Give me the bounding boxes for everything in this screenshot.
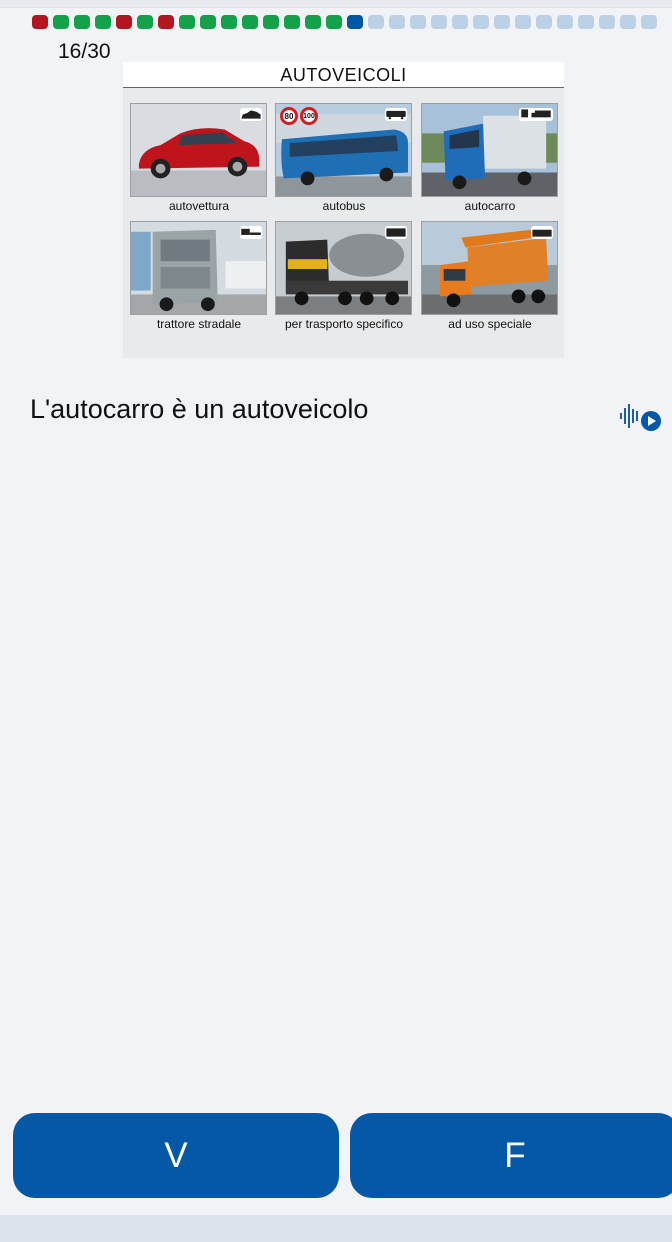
progress-dot-10 [221,15,237,29]
progress-dot-30 [641,15,657,29]
speed-limit-100-icon: 100 [300,107,318,125]
progress-dot-29 [620,15,636,29]
tile-caption: ad uso speciale [448,317,532,331]
special-category-icon [531,226,553,239]
mixer-category-icon [385,226,407,239]
progress-dot-9 [200,15,216,29]
audio-play-button[interactable] [618,400,664,432]
audio-play-icon [620,404,661,431]
progress-dot-24 [515,15,531,29]
question-progress-bar [32,15,662,29]
bottom-bar [0,1215,672,1242]
tile-caption: autobus [322,199,366,213]
true-answer-button[interactable]: V [13,1113,339,1198]
truck-category-icon [519,108,553,121]
progress-dot-14 [305,15,321,29]
progress-dot-22 [473,15,489,29]
concrete-mixer-photo [275,221,412,315]
progress-dot-16 [347,15,363,29]
progress-dot-23 [494,15,510,29]
progress-dot-25 [536,15,552,29]
progress-dot-1 [32,15,48,29]
false-answer-button[interactable]: F [350,1113,672,1198]
tile-caption: trattore stradale [156,317,242,331]
progress-dot-17 [368,15,384,29]
progress-dot-27 [578,15,594,29]
bus-category-icon [385,108,407,121]
speed-limit-100-label: 100 [303,112,315,120]
car-category-icon [240,108,262,121]
progress-dot-18 [389,15,405,29]
speed-limit-80-icon: 80 [280,107,298,125]
progress-dot-28 [599,15,615,29]
progress-dot-11 [242,15,258,29]
question-text: L'autocarro è un autoveicolo [30,394,369,424]
bus-photo: 80 100 [275,103,412,197]
tile-caption: per trasporto specifico [284,317,404,331]
progress-dot-2 [53,15,69,29]
progress-dot-3 [74,15,90,29]
progress-dot-5 [116,15,132,29]
truck-photo [421,103,558,197]
progress-dot-21 [452,15,468,29]
progress-dot-8 [179,15,195,29]
tractor-unit-photo [130,221,267,315]
question-figure: AUTOVEICOLI autovettura 80 100 autobus a… [123,62,564,358]
tractor-category-icon [240,226,262,239]
progress-dot-12 [263,15,279,29]
speed-limit-80-label: 80 [284,111,294,121]
tile-caption: autocarro [464,199,516,213]
progress-dot-7 [158,15,174,29]
progress-dot-19 [410,15,426,29]
progress-dot-4 [95,15,111,29]
progress-dot-15 [326,15,342,29]
progress-dot-13 [284,15,300,29]
progress-dot-26 [557,15,573,29]
progress-dot-6 [137,15,153,29]
question-counter: 16/30 [58,40,111,63]
car-photo [130,103,267,197]
progress-dot-20 [431,15,447,29]
figure-title: AUTOVEICOLI [123,62,564,88]
tile-caption: autovettura [168,199,230,213]
special-vehicle-photo [421,221,558,315]
top-status-strip [0,0,672,8]
